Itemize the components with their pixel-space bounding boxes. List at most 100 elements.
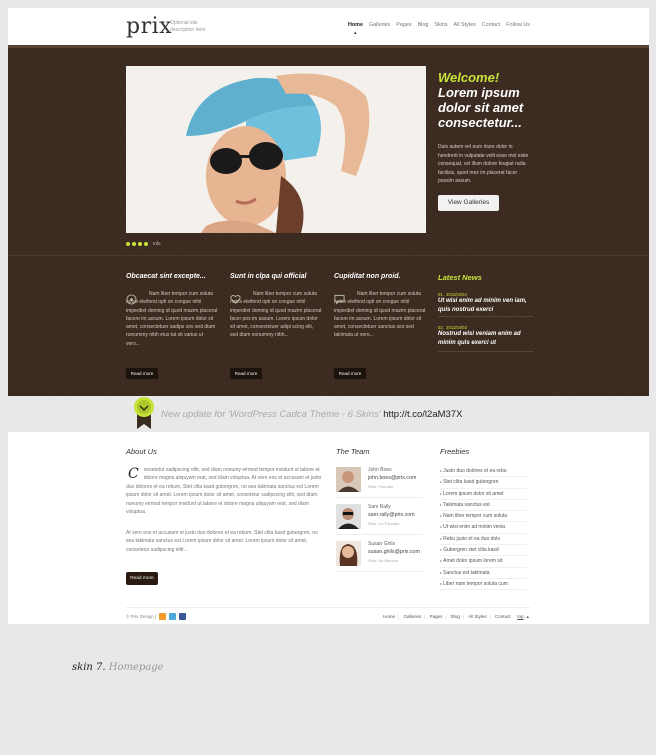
feature-column: Obcaecat sint excepte... Nam liber tempo… [126, 273, 217, 379]
freebie-link[interactable]: Rebu justo et ea duo dolo [440, 534, 527, 546]
copyright: © Prix Design | [126, 614, 156, 619]
nav-home[interactable]: Home [348, 22, 363, 28]
team-member: Sam Rally sam.rally@prix.com Role: Co Fo… [336, 502, 423, 535]
nav-skins[interactable]: Skins [434, 22, 447, 28]
site-logo[interactable]: prix [126, 14, 172, 39]
hero-text: Duis autem vel eum iriure dolor in hendr… [438, 144, 529, 184]
twitter-icon[interactable] [169, 613, 176, 620]
news-divider [438, 316, 533, 317]
read-more-button[interactable]: Read more [334, 368, 366, 379]
nav-galleries[interactable]: Galleries [369, 22, 390, 28]
freebie-link[interactable]: Liber nam tempor soluta cum [440, 579, 527, 591]
rss-icon[interactable] [159, 613, 166, 620]
facebook-icon[interactable] [179, 613, 186, 620]
headline-text: Lorem ipsum dolor sit amet consectetur..… [438, 85, 524, 130]
nav-all-styles[interactable]: All Styles [454, 22, 476, 28]
about-text: Consetetur sadipscing elitr, sed diam no… [126, 466, 322, 516]
news-title[interactable]: Ut wisi enim ad minim ven iam, quis nost… [438, 297, 533, 314]
feature-title: Obcaecat sint excepte... [126, 273, 206, 280]
latest-news: Latest News 01. 2011/04/24 Ut wisi enim … [438, 273, 533, 347]
member-name: John Boes [368, 467, 392, 473]
team-list: John Boes john.boes@prix.com Role: Found… [336, 465, 423, 576]
footer-link-home[interactable]: Home [383, 614, 395, 619]
freebie-link[interactable]: Amet dolor ipsum lorem sit [440, 556, 527, 568]
member-email[interactable]: sam.rally@prix.com [368, 512, 415, 518]
freebies-heading: Freebies [440, 447, 470, 456]
page-frame: prix Optional site description here Home… [8, 8, 649, 624]
news-heading: Latest News [438, 273, 482, 282]
avatar[interactable] [336, 541, 361, 566]
hero-section: Info Welcome! Lorem ipsum dolor sit amet… [8, 45, 649, 399]
feature-column: Cupiditat non proid. Nam liber tempor cu… [334, 273, 425, 379]
lower-section: About Us Consetetur sadipscing elitr, se… [8, 432, 649, 624]
view-galleries-button[interactable]: View Galleries [438, 195, 499, 211]
footer-link-contact[interactable]: Contact [495, 614, 511, 619]
divider [8, 255, 649, 256]
hero-image[interactable] [126, 66, 426, 233]
nav-follow-us[interactable]: Follow Us [506, 22, 530, 28]
member-role: Role: Art Director [368, 558, 399, 563]
feature-title: Cupiditat non proid. [334, 273, 401, 280]
footer-nav: Home | Galleries | Pages | Blog | All Styles… [383, 614, 529, 619]
nav-pages[interactable]: Pages [396, 22, 411, 28]
about-text-2: At vero eos et accusam et justo duo dolo… [126, 530, 318, 553]
avatar[interactable] [336, 504, 361, 529]
freebie-link[interactable]: Ut wisi enim ad minim venia [440, 522, 527, 534]
team-member: John Boes john.boes@prix.com Role: Found… [336, 465, 423, 498]
member-email[interactable]: john.boes@prix.com [368, 475, 416, 481]
member-role: Role: Founder [368, 484, 394, 489]
footer-link-galleries[interactable]: Galleries [403, 614, 421, 619]
tweet-text: New update for 'WordPress Cadca Theme - … [161, 409, 463, 420]
tweet-link[interactable]: http://t.co/l2aM37X [383, 409, 462, 420]
news-title[interactable]: Nostrud wisi veniam enim ad minim quis e… [438, 330, 533, 347]
slider-dot-icon[interactable] [126, 241, 130, 246]
site-description: Optional site description here [170, 20, 206, 33]
footer-divider [126, 607, 530, 608]
slider-dot-icon[interactable] [138, 241, 142, 246]
avatar[interactable] [336, 467, 361, 492]
site-header: prix Optional site description here Home… [8, 8, 649, 44]
team-member: Susan Ghils susan.ghils@prix.com Role: A… [336, 539, 423, 572]
feature-column: Sunt in clpa qui official Nam liber temp… [230, 273, 321, 379]
member-name: Susan Ghils [368, 541, 395, 547]
freebie-link[interactable]: Sanctus est takimata [440, 568, 527, 579]
footer-link-pages[interactable]: Pages [430, 614, 443, 619]
main-nav: Home Galleries Pages Blog Skins All Styl… [348, 22, 536, 28]
freebie-link[interactable]: Stet clita kasd gubergren [440, 477, 527, 489]
read-more-button[interactable]: Read more [126, 368, 158, 379]
slider-dot-icon[interactable] [132, 241, 136, 246]
member-email[interactable]: susan.ghils@prix.com [368, 549, 420, 555]
nav-contact[interactable]: Contact [482, 22, 501, 28]
twitter-strip: New update for 'WordPress Cadca Theme - … [8, 396, 649, 432]
freebies-list: Justo duo dolores et ea rebu Stet clita … [440, 466, 527, 591]
feature-title: Sunt in clpa qui official [230, 273, 307, 280]
footer-link-all-styles[interactable]: All Styles [468, 614, 487, 619]
freebie-link[interactable]: Lorem ipsum dolor sit amet [440, 489, 527, 500]
skin-caption: skin 7. Homepage [72, 662, 164, 673]
footer-link-blog[interactable]: Blog [451, 614, 460, 619]
slider-dots[interactable]: Info [126, 241, 161, 246]
back-to-top-link[interactable]: top [517, 614, 523, 619]
nav-blog[interactable]: Blog [418, 22, 429, 28]
feature-text: Nam liber tempor cum soluta nobis eleife… [230, 291, 322, 339]
about-read-more-button[interactable]: Read more [126, 572, 158, 585]
freebie-link[interactable]: Nam liber tempor cum soluta [440, 511, 527, 523]
slider-dot-icon[interactable] [144, 241, 148, 246]
team-heading: The Team [336, 447, 370, 456]
hero-headline: Welcome! Lorem ipsum dolor sit amet cons… [438, 70, 538, 130]
freebie-link[interactable]: Takimata sanctus est [440, 500, 527, 512]
freebie-link[interactable]: Gubergren stet clita kasd [440, 545, 527, 557]
footer-left: © Prix Design | [126, 613, 186, 620]
about-heading: About Us [126, 447, 157, 456]
welcome-text: Welcome! [438, 70, 500, 85]
feature-text: Nam liber tempor cum soluta nobis eleife… [126, 291, 218, 347]
slider-label[interactable]: Info [153, 241, 161, 246]
read-more-button[interactable]: Read more [230, 368, 262, 379]
freebie-link[interactable]: Justo duo dolores et ea rebu [440, 466, 527, 478]
active-caret-icon: ▴ [354, 30, 357, 36]
member-role: Role: Co Founder [368, 521, 400, 526]
ribbon-badge-icon [134, 397, 154, 429]
news-divider [438, 351, 533, 352]
feature-text: Nam liber tempor cum soluta nobis eleife… [334, 291, 426, 339]
up-arrow-icon: ▴ [526, 614, 529, 619]
